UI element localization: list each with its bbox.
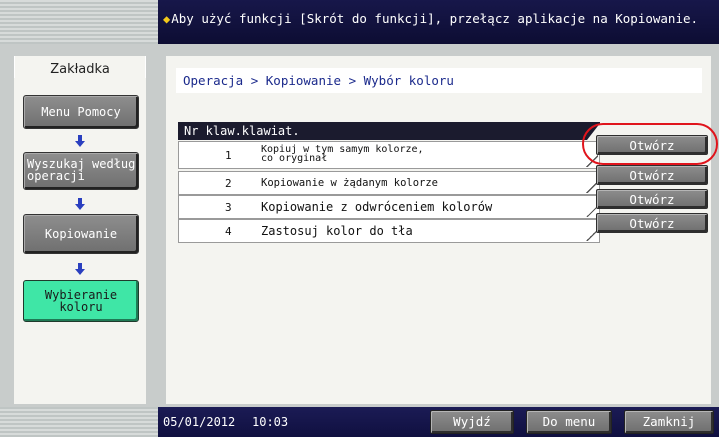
sidebar-item-label: Kopiowanie: [44, 227, 118, 241]
highlight-circle: [582, 123, 718, 165]
list-item[interactable]: 1 Kopiuj w tym samym kolorze, co orygina…: [178, 141, 600, 169]
arrow-down-icon: [75, 263, 85, 275]
item-number: 2: [225, 177, 232, 190]
list-item[interactable]: 3 Kopiowanie z odwróceniem kolorów: [178, 195, 600, 219]
sidebar-item-wyszukaj[interactable]: Wyszukaj według operacji: [23, 152, 139, 190]
arrow-down-icon: [75, 198, 85, 210]
item-text: Kopiuj w tym samym kolorze, co oryginał: [261, 144, 424, 164]
item-text: Zastosuj kolor do tła: [261, 224, 413, 238]
item-number: 4: [225, 225, 232, 238]
to-menu-button[interactable]: Do menu: [526, 410, 612, 434]
banner-message: ◆Aby użyć funkcji [Skrót do funkcji], pr…: [158, 0, 719, 44]
sidebar-item-label: Wybieranie koloru: [44, 288, 118, 314]
help-screen: ◆Aby użyć funkcji [Skrót do funkcji], pr…: [0, 0, 719, 437]
top-banner: ◆Aby użyć funkcji [Skrót do funkcji], pr…: [0, 0, 719, 44]
main-panel: Operacja > Kopiowanie > Wybór koloru Nr …: [158, 44, 719, 407]
status-bar-spacer: [0, 407, 158, 437]
sidebar-item-label: Wyszukaj według operacji: [27, 157, 136, 183]
open-button-2[interactable]: Otwórz: [596, 165, 708, 185]
status-bar-main: 05/01/2012 10:03 Wyjdź Do menu Zamknij: [158, 407, 719, 437]
list-header: Nr klaw.klawiat.: [178, 122, 600, 140]
breadcrumb: Operacja > Kopiowanie > Wybór koloru: [176, 68, 702, 93]
close-button[interactable]: Zamknij: [624, 410, 714, 434]
status-bar: 05/01/2012 10:03 Wyjdź Do menu Zamknij: [0, 407, 719, 437]
item-number: 3: [225, 201, 232, 214]
banner-text: Aby użyć funkcji [Skrót do funkcji], prz…: [171, 11, 699, 26]
item-text: Kopiowanie w żądanym kolorze: [261, 177, 439, 189]
status-time: 10:03: [252, 415, 289, 429]
arrow-down-icon: [75, 135, 85, 147]
exit-button[interactable]: Wyjdź: [430, 410, 514, 434]
sidebar-item-kopiowanie[interactable]: Kopiowanie: [23, 214, 139, 254]
item-text: Kopiowanie z odwróceniem kolorów: [261, 200, 493, 214]
status-date: 05/01/2012: [163, 415, 236, 429]
open-button-3[interactable]: Otwórz: [596, 189, 708, 209]
list-item[interactable]: 4 Zastosuj kolor do tła: [178, 219, 600, 243]
sidebar-item-menu-pomocy[interactable]: Menu Pomocy: [23, 95, 139, 129]
warning-icon: ◆: [163, 12, 171, 26]
open-button-4[interactable]: Otwórz: [596, 213, 708, 233]
list-item[interactable]: 2 Kopiowanie w żądanym kolorze: [178, 171, 600, 195]
left-panel: Zakładka Menu Pomocy Wyszukaj według ope…: [0, 44, 158, 407]
sidebar-item-wybieranie-koloru[interactable]: Wybieranie koloru: [23, 280, 139, 322]
tab-label: Zakładka: [50, 62, 110, 77]
sidebar-item-label: Menu Pomocy: [41, 105, 121, 119]
item-number: 1: [225, 149, 232, 162]
top-banner-spacer: [0, 0, 158, 44]
